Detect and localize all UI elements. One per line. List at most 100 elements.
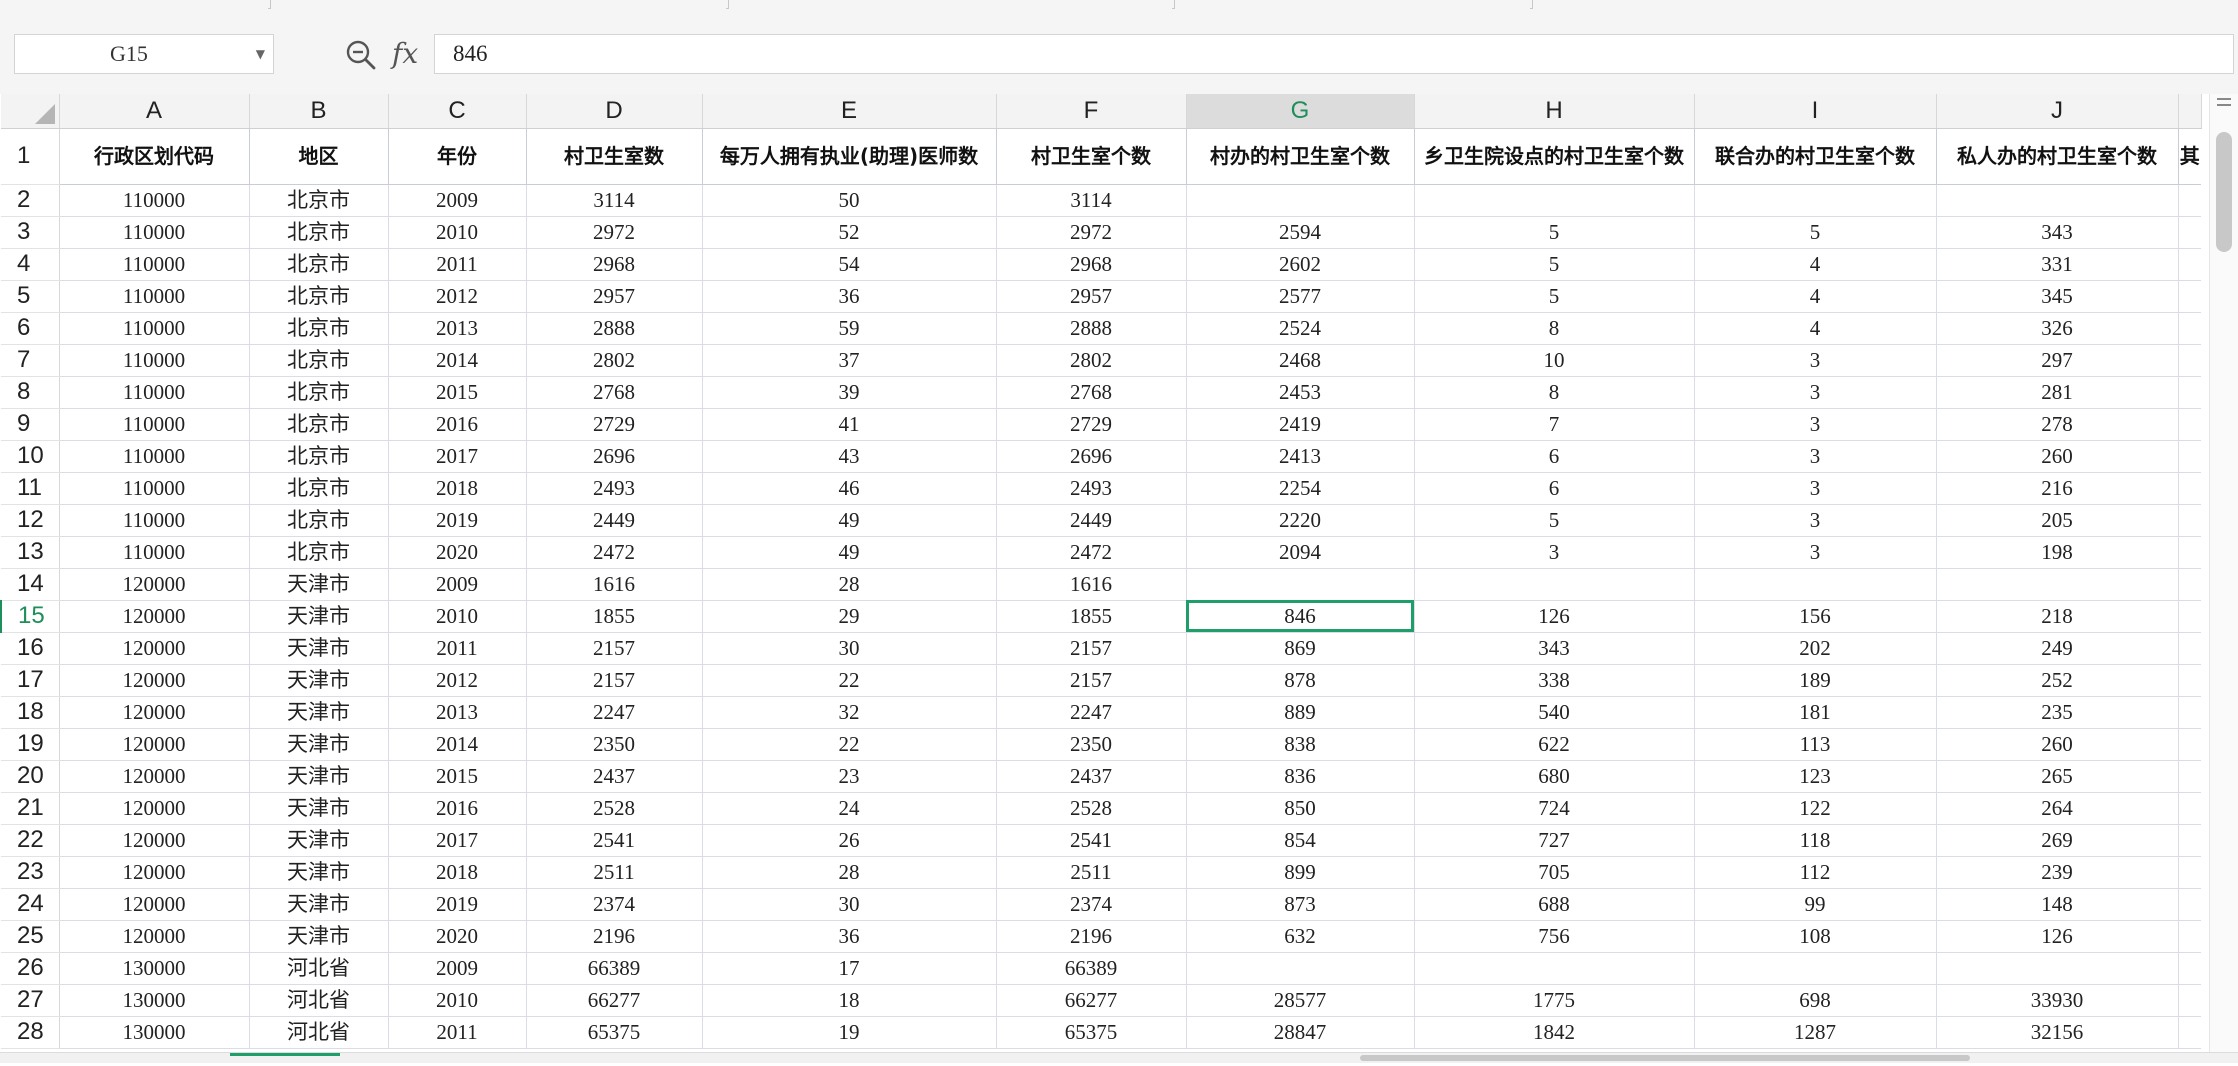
table-cell[interactable]: 680 [1414,760,1695,793]
table-cell[interactable]: 120000 [59,600,250,633]
table-cell[interactable]: 2602 [1186,248,1415,281]
table-cell[interactable]: 2254 [1186,472,1415,505]
table-cell[interactable]: 2009 [388,952,527,985]
table-cell[interactable]: 8 [1414,376,1695,409]
table-cell[interactable]: 2449 [996,504,1187,537]
header-cell[interactable]: 年份 [388,127,527,185]
row-header[interactable]: 19 [1,728,60,761]
column-header-d[interactable]: D [526,94,703,129]
row-header[interactable]: 12 [1,504,60,537]
row-header[interactable]: 14 [1,568,60,601]
table-cell[interactable]: 2419 [1186,408,1415,441]
row-header[interactable]: 1 [1,128,60,185]
table-cell[interactable]: 41 [702,408,997,441]
table-cell[interactable]: 205 [1936,504,2179,537]
table-cell[interactable] [1936,568,2179,601]
table-cell[interactable] [2178,312,2201,345]
table-cell[interactable]: 2413 [1186,440,1415,473]
row-header[interactable]: 3 [1,216,60,249]
table-cell[interactable]: 2472 [996,536,1187,569]
column-header-partial[interactable] [2178,94,2202,129]
table-cell[interactable]: 2157 [526,664,703,697]
table-cell[interactable]: 2012 [388,280,527,313]
table-cell[interactable]: 2468 [1186,344,1415,377]
table-cell[interactable]: 2220 [1186,504,1415,537]
table-cell[interactable]: 30 [702,632,997,665]
table-cell[interactable] [2178,408,2201,441]
table-cell[interactable]: 269 [1936,824,2179,857]
table-cell[interactable]: 756 [1414,920,1695,953]
row-header[interactable]: 2 [1,184,60,217]
table-cell[interactable]: 66389 [526,952,703,985]
table-cell[interactable]: 30 [702,888,997,921]
table-cell[interactable]: 2013 [388,696,527,729]
table-cell[interactable]: 2017 [388,440,527,473]
table-cell[interactable]: 249 [1936,632,2179,665]
table-cell[interactable]: 260 [1936,440,2179,473]
table-cell[interactable]: 北京市 [249,408,389,441]
table-cell[interactable] [2178,1016,2201,1049]
table-cell[interactable]: 156 [1694,600,1937,633]
table-cell[interactable]: 2019 [388,888,527,921]
table-cell[interactable]: 3 [1694,408,1937,441]
table-cell[interactable]: 2011 [388,632,527,665]
table-cell[interactable]: 7 [1414,408,1695,441]
table-cell[interactable]: 28577 [1186,984,1415,1017]
table-cell[interactable]: 2009 [388,568,527,601]
table-cell[interactable]: 118 [1694,824,1937,857]
table-cell[interactable]: 2802 [996,344,1187,377]
table-cell[interactable]: 120000 [59,792,250,825]
row-header[interactable]: 24 [1,888,60,921]
table-cell[interactable]: 838 [1186,728,1415,761]
row-header[interactable]: 10 [1,440,60,473]
table-cell[interactable]: 天津市 [249,760,389,793]
table-cell[interactable]: 120000 [59,696,250,729]
table-cell[interactable]: 2493 [996,472,1187,505]
table-cell[interactable]: 1287 [1694,1016,1937,1049]
table-cell[interactable]: 36 [702,280,997,313]
table-cell[interactable]: 110000 [59,280,250,313]
column-header-f[interactable]: F [996,94,1187,129]
table-cell[interactable]: 河北省 [249,984,389,1017]
header-cell[interactable]: 行政区划代码 [59,127,250,185]
row-header[interactable]: 6 [1,312,60,345]
table-cell[interactable]: 54 [702,248,997,281]
table-cell[interactable]: 2888 [996,312,1187,345]
row-header[interactable]: 5 [1,280,60,313]
table-cell[interactable]: 343 [1936,216,2179,249]
table-cell[interactable]: 天津市 [249,824,389,857]
table-cell[interactable]: 110000 [59,440,250,473]
table-cell[interactable]: 112 [1694,856,1937,889]
table-cell[interactable]: 2453 [1186,376,1415,409]
table-cell[interactable]: 天津市 [249,792,389,825]
table-cell[interactable]: 264 [1936,792,2179,825]
table-cell[interactable]: 3114 [996,184,1187,217]
table-cell[interactable]: 123 [1694,760,1937,793]
table-cell[interactable]: 2968 [996,248,1187,281]
table-cell[interactable] [2178,824,2201,857]
table-cell[interactable]: 2350 [526,728,703,761]
table-cell[interactable]: 120000 [59,888,250,921]
table-cell[interactable]: 2157 [996,632,1187,665]
table-cell[interactable] [2178,664,2201,697]
table-cell[interactable]: 59 [702,312,997,345]
table-cell[interactable]: 2374 [526,888,703,921]
table-cell[interactable]: 110000 [59,408,250,441]
table-cell[interactable]: 120000 [59,728,250,761]
table-cell[interactable]: 天津市 [249,856,389,889]
table-cell[interactable] [2178,536,2201,569]
table-cell[interactable] [2178,440,2201,473]
table-cell[interactable]: 28 [702,856,997,889]
table-cell[interactable] [2178,600,2201,633]
table-cell[interactable]: 110000 [59,248,250,281]
header-cell[interactable]: 村办的村卫生室个数 [1186,127,1415,185]
table-cell[interactable]: 2493 [526,472,703,505]
table-cell[interactable]: 2094 [1186,536,1415,569]
vertical-scrollbar[interactable] [2209,94,2238,1052]
table-cell[interactable] [1186,568,1415,601]
table-cell[interactable]: 2010 [388,984,527,1017]
table-cell[interactable]: 24 [702,792,997,825]
row-header[interactable]: 8 [1,376,60,409]
table-cell[interactable]: 29 [702,600,997,633]
table-cell[interactable]: 2016 [388,792,527,825]
